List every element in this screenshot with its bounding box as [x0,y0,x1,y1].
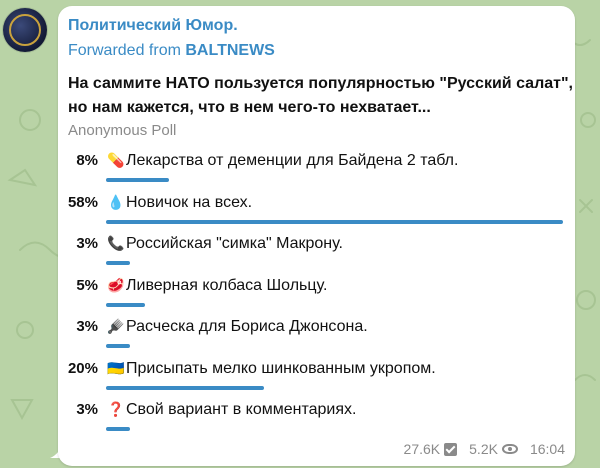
poll-option-bar [106,302,145,307]
poll-option-text: Лекарства от деменции для Байдена 2 табл… [126,152,459,169]
poll-option-percent: 20% [67,359,98,377]
poll-option[interactable]: 3% ❓ Свой вариант в комментариях. [58,401,575,441]
channel-name[interactable]: Политический Юмор. [68,17,238,35]
poll-option-emoji-icon: 📞 [107,235,125,251]
poll-option[interactable]: 8% 💊 Лекарства от деменции для Байдена 2 т… [58,152,575,192]
forwarded-from[interactable]: Forwarded from BALTNEWS [68,42,275,60]
poll-type-label: Anonymous Poll [68,122,177,139]
poll-option-bar [106,219,563,224]
poll-option-bar [106,427,130,431]
poll-option-emoji-icon: 🇺🇦 [107,359,125,376]
poll-option-bar [106,344,130,348]
poll-option-emoji-icon: 💧 [107,193,125,210]
poll-option-text: Новичок на всех. [126,193,253,211]
eye-icon [501,444,518,454]
poll-option-bar [106,261,130,265]
poll-option[interactable]: 20% 🇺🇦 Присыпать мелко шинкованным укропом… [58,360,575,400]
poll-option-percent: 3% [76,401,98,418]
poll-option-emoji-icon: 💊 [107,152,125,168]
views-count: 5.2K [469,441,498,457]
avatar-globe-icon [9,14,41,46]
poll-option-percent: 58% [67,193,98,211]
poll-option[interactable]: 3% 🪮 Расческа для Бориса Джонсона. [58,318,575,358]
forwarded-source[interactable]: BALTNEWS [185,42,274,59]
message-time: 16:04 [529,441,565,457]
poll-option-text: Ливерная колбаса Шольцу. [126,276,328,294]
forwarded-prefix: Forwarded from [68,42,186,59]
message-bubble: Политический Юмор. Forwarded from BALTNE… [58,6,575,466]
poll-option[interactable]: 58% 💧 Новичок на всех. [58,194,575,234]
poll-option[interactable]: 3% 📞 Российская "симка" Макрону. [58,235,575,275]
poll-option-text: Российская "симка" Макрону. [126,235,343,252]
poll-option-percent: 5% [76,276,98,294]
poll-option-percent: 8% [76,152,98,169]
poll-option-emoji-icon: ❓ [107,401,125,417]
poll-option-percent: 3% [76,235,98,252]
poll-option-text: Расческа для Бориса Джонсона. [126,318,368,335]
poll-option-bar [106,178,169,182]
poll-option-emoji-icon: 🥩 [107,276,125,293]
votes-count: 27.6K [403,441,441,457]
poll-option-bar [106,385,264,390]
poll-option-percent: 3% [76,318,98,335]
channel-avatar[interactable] [3,8,47,52]
poll-option-emoji-icon: 🪮 [107,318,125,334]
poll-option-text: Присыпать мелко шинкованным укропом. [126,359,436,377]
poll-option[interactable]: 5% 🥩 Ливерная колбаса Шольцу. [58,277,575,317]
checkbox-icon [444,442,458,456]
message-footer: 27.6K 5.2K 16:04 [404,441,565,457]
poll-option-text: Свой вариант в комментариях. [126,401,357,418]
poll-question: На саммите НАТО пользуется популярностью… [68,75,573,116]
